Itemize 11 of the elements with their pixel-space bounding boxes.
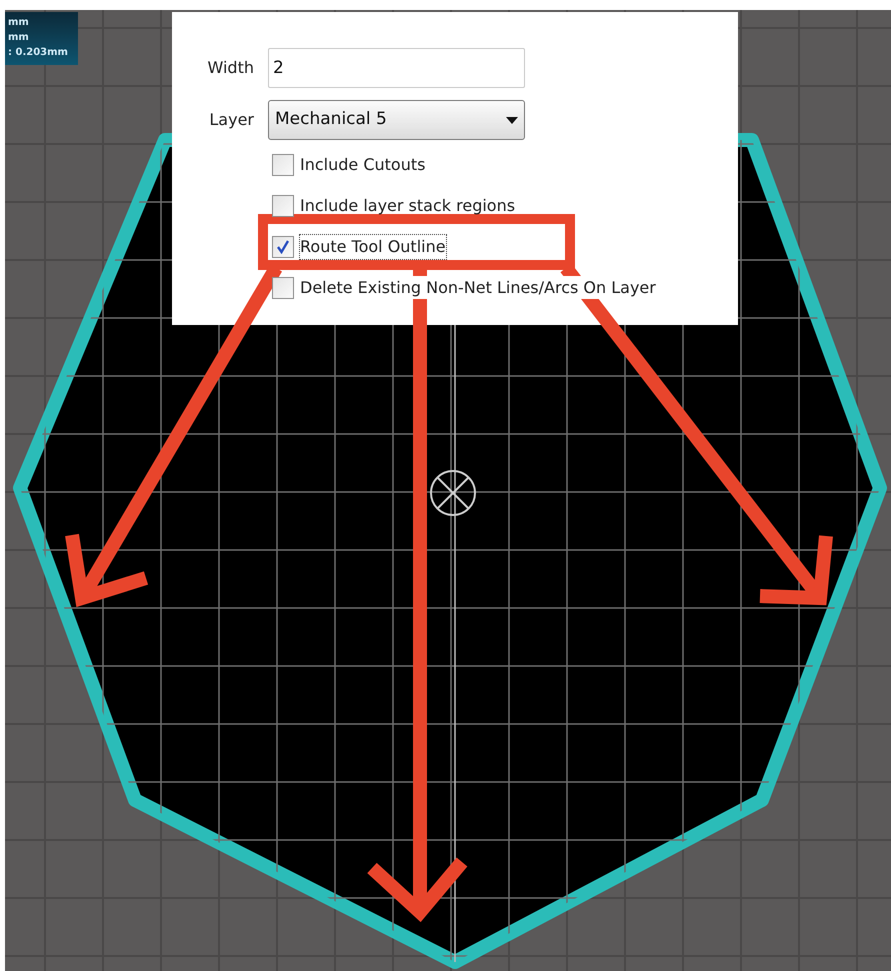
readout-text: : 0.203mm <box>8 46 69 60</box>
layer-dropdown[interactable]: Mechanical 5 <box>268 100 525 140</box>
checkbox-label[interactable]: Include layer stack regions <box>300 194 516 218</box>
layer-label: Layer <box>208 109 254 131</box>
readout-text: mm <box>8 16 30 30</box>
checkbox-label[interactable]: Delete Existing Non-Net Lines/Arcs On Layer <box>300 276 656 300</box>
width-field[interactable]: 2 <box>268 48 525 88</box>
checkbox-label[interactable]: Include Cutouts <box>300 153 426 177</box>
width-label: Width <box>206 57 254 79</box>
readout-text: mm <box>8 31 30 45</box>
checkbox-label[interactable]: Route Tool Outline <box>300 235 446 259</box>
